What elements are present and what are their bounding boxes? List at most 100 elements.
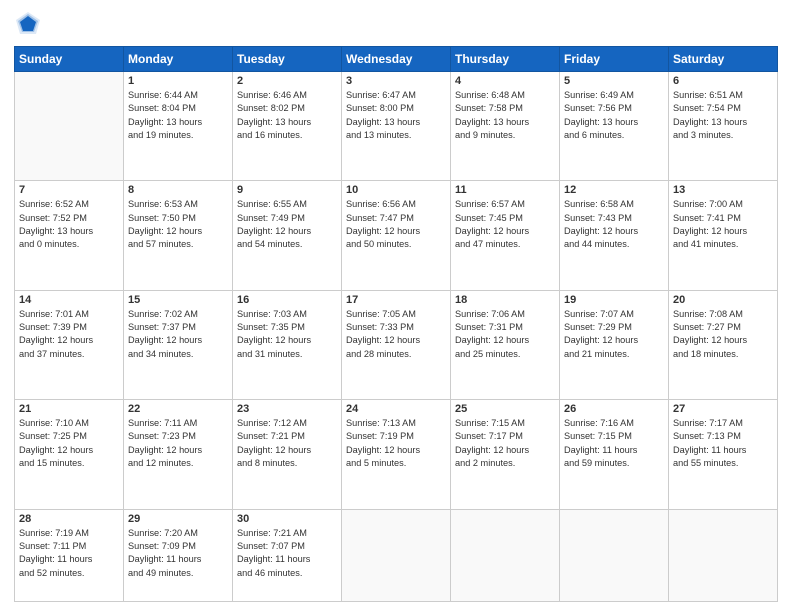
week-row-3: 14 Sunrise: 7:01 AMSunset: 7:39 PMDayligh… xyxy=(15,290,778,399)
calendar-cell: 30 Sunrise: 7:21 AMSunset: 7:07 PMDayligh… xyxy=(233,509,342,602)
day-number: 12 xyxy=(564,184,664,196)
day-number: 18 xyxy=(455,294,555,306)
calendar-cell: 23Sunrise: 7:12 AMSunset: 7:21 PMDayligh… xyxy=(233,400,342,509)
day-detail: Sunrise: 7:19 AMSunset: 7:11 PMDaylight:… xyxy=(19,527,119,580)
calendar-cell: 7 Sunrise: 6:52 AMSunset: 7:52 PMDaylight… xyxy=(15,181,124,290)
calendar-cell: 9 Sunrise: 6:55 AMSunset: 7:49 PMDaylight… xyxy=(233,181,342,290)
day-number: 24 xyxy=(346,403,446,415)
day-detail: Sunrise: 7:03 AMSunset: 7:35 PMDaylight:… xyxy=(237,308,337,361)
calendar-cell: 16 Sunrise: 7:03 AMSunset: 7:35 PMDayligh… xyxy=(233,290,342,399)
day-number: 30 xyxy=(237,513,337,525)
calendar-cell: 19Sunrise: 7:07 AMSunset: 7:29 PMDayligh… xyxy=(560,290,669,399)
calendar-cell: 18Sunrise: 7:06 AMSunset: 7:31 PMDayligh… xyxy=(451,290,560,399)
day-number: 19 xyxy=(564,294,664,306)
header-row: SundayMondayTuesdayWednesdayThursdayFrid… xyxy=(15,47,778,72)
day-detail: Sunrise: 6:57 AMSunset: 7:45 PMDaylight:… xyxy=(455,198,555,251)
calendar-cell xyxy=(669,509,778,602)
day-detail: Sunrise: 6:56 AMSunset: 7:47 PMDaylight:… xyxy=(346,198,446,251)
day-detail: Sunrise: 6:48 AMSunset: 7:58 PMDaylight:… xyxy=(455,89,555,142)
calendar-cell xyxy=(560,509,669,602)
calendar-cell: 15 Sunrise: 7:02 AMSunset: 7:37 PMDayligh… xyxy=(124,290,233,399)
day-detail: Sunrise: 7:15 AMSunset: 7:17 PMDaylight:… xyxy=(455,417,555,470)
day-detail: Sunrise: 7:20 AMSunset: 7:09 PMDaylight:… xyxy=(128,527,228,580)
day-detail: Sunrise: 6:52 AMSunset: 7:52 PMDaylight:… xyxy=(19,198,119,251)
day-number: 5 xyxy=(564,75,664,87)
day-detail: Sunrise: 7:05 AMSunset: 7:33 PMDaylight:… xyxy=(346,308,446,361)
day-detail: Sunrise: 6:46 AMSunset: 8:02 PMDaylight:… xyxy=(237,89,337,142)
day-number: 28 xyxy=(19,513,119,525)
day-detail: Sunrise: 6:53 AMSunset: 7:50 PMDaylight:… xyxy=(128,198,228,251)
day-number: 22 xyxy=(128,403,228,415)
day-number: 14 xyxy=(19,294,119,306)
day-detail: Sunrise: 7:16 AMSunset: 7:15 PMDaylight:… xyxy=(564,417,664,470)
calendar-cell: 5 Sunrise: 6:49 AMSunset: 7:56 PMDaylight… xyxy=(560,72,669,181)
calendar-cell: 6 Sunrise: 6:51 AMSunset: 7:54 PMDaylight… xyxy=(669,72,778,181)
day-number: 2 xyxy=(237,75,337,87)
day-number: 16 xyxy=(237,294,337,306)
day-number: 13 xyxy=(673,184,773,196)
week-row-5: 28 Sunrise: 7:19 AMSunset: 7:11 PMDayligh… xyxy=(15,509,778,602)
week-row-2: 7 Sunrise: 6:52 AMSunset: 7:52 PMDaylight… xyxy=(15,181,778,290)
day-detail: Sunrise: 7:02 AMSunset: 7:37 PMDaylight:… xyxy=(128,308,228,361)
calendar-cell: 4Sunrise: 6:48 AMSunset: 7:58 PMDaylight… xyxy=(451,72,560,181)
calendar-cell: 28 Sunrise: 7:19 AMSunset: 7:11 PMDayligh… xyxy=(15,509,124,602)
day-detail: Sunrise: 6:51 AMSunset: 7:54 PMDaylight:… xyxy=(673,89,773,142)
day-number: 21 xyxy=(19,403,119,415)
day-detail: Sunrise: 7:11 AMSunset: 7:23 PMDaylight:… xyxy=(128,417,228,470)
day-number: 25 xyxy=(455,403,555,415)
day-number: 7 xyxy=(19,184,119,196)
calendar-cell xyxy=(451,509,560,602)
calendar-cell: 27Sunrise: 7:17 AMSunset: 7:13 PMDayligh… xyxy=(669,400,778,509)
calendar-cell: 3 Sunrise: 6:47 AMSunset: 8:00 PMDaylight… xyxy=(342,72,451,181)
day-number: 17 xyxy=(346,294,446,306)
day-header-sunday: Sunday xyxy=(15,47,124,72)
day-detail: Sunrise: 7:12 AMSunset: 7:21 PMDaylight:… xyxy=(237,417,337,470)
calendar-cell: 8Sunrise: 6:53 AMSunset: 7:50 PMDaylight… xyxy=(124,181,233,290)
day-number: 3 xyxy=(346,75,446,87)
calendar-cell: 12 Sunrise: 6:58 AMSunset: 7:43 PMDayligh… xyxy=(560,181,669,290)
day-header-friday: Friday xyxy=(560,47,669,72)
calendar-cell: 22 Sunrise: 7:11 AMSunset: 7:23 PMDayligh… xyxy=(124,400,233,509)
calendar-cell: 29 Sunrise: 7:20 AMSunset: 7:09 PMDayligh… xyxy=(124,509,233,602)
day-number: 20 xyxy=(673,294,773,306)
calendar-cell: 2 Sunrise: 6:46 AMSunset: 8:02 PMDaylight… xyxy=(233,72,342,181)
calendar-table: SundayMondayTuesdayWednesdayThursdayFrid… xyxy=(14,46,778,602)
day-detail: Sunrise: 7:00 AMSunset: 7:41 PMDaylight:… xyxy=(673,198,773,251)
day-detail: Sunrise: 7:01 AMSunset: 7:39 PMDaylight:… xyxy=(19,308,119,361)
day-header-monday: Monday xyxy=(124,47,233,72)
day-detail: Sunrise: 6:47 AMSunset: 8:00 PMDaylight:… xyxy=(346,89,446,142)
week-row-1: 1 Sunrise: 6:44 AMSunset: 8:04 PMDaylight… xyxy=(15,72,778,181)
calendar-cell: 17 Sunrise: 7:05 AMSunset: 7:33 PMDayligh… xyxy=(342,290,451,399)
day-detail: Sunrise: 7:21 AMSunset: 7:07 PMDaylight:… xyxy=(237,527,337,580)
day-number: 9 xyxy=(237,184,337,196)
day-number: 1 xyxy=(128,75,228,87)
day-header-wednesday: Wednesday xyxy=(342,47,451,72)
header xyxy=(14,10,778,38)
day-number: 26 xyxy=(564,403,664,415)
calendar-cell: 24 Sunrise: 7:13 AMSunset: 7:19 PMDayligh… xyxy=(342,400,451,509)
day-detail: Sunrise: 7:13 AMSunset: 7:19 PMDaylight:… xyxy=(346,417,446,470)
week-row-4: 21Sunrise: 7:10 AMSunset: 7:25 PMDayligh… xyxy=(15,400,778,509)
calendar-cell xyxy=(342,509,451,602)
day-number: 15 xyxy=(128,294,228,306)
calendar-cell: 14 Sunrise: 7:01 AMSunset: 7:39 PMDayligh… xyxy=(15,290,124,399)
day-detail: Sunrise: 6:49 AMSunset: 7:56 PMDaylight:… xyxy=(564,89,664,142)
day-detail: Sunrise: 6:55 AMSunset: 7:49 PMDaylight:… xyxy=(237,198,337,251)
calendar-cell: 20 Sunrise: 7:08 AMSunset: 7:27 PMDayligh… xyxy=(669,290,778,399)
calendar-cell: 25 Sunrise: 7:15 AMSunset: 7:17 PMDayligh… xyxy=(451,400,560,509)
day-header-thursday: Thursday xyxy=(451,47,560,72)
logo xyxy=(14,10,46,38)
day-number: 11 xyxy=(455,184,555,196)
day-detail: Sunrise: 6:58 AMSunset: 7:43 PMDaylight:… xyxy=(564,198,664,251)
calendar-cell xyxy=(15,72,124,181)
day-detail: Sunrise: 7:08 AMSunset: 7:27 PMDaylight:… xyxy=(673,308,773,361)
day-detail: Sunrise: 6:44 AMSunset: 8:04 PMDaylight:… xyxy=(128,89,228,142)
day-number: 29 xyxy=(128,513,228,525)
logo-icon xyxy=(14,10,42,38)
calendar-cell: 10Sunrise: 6:56 AMSunset: 7:47 PMDayligh… xyxy=(342,181,451,290)
page: SundayMondayTuesdayWednesdayThursdayFrid… xyxy=(0,0,792,612)
day-header-saturday: Saturday xyxy=(669,47,778,72)
day-number: 6 xyxy=(673,75,773,87)
day-header-tuesday: Tuesday xyxy=(233,47,342,72)
calendar-cell: 13 Sunrise: 7:00 AMSunset: 7:41 PMDayligh… xyxy=(669,181,778,290)
